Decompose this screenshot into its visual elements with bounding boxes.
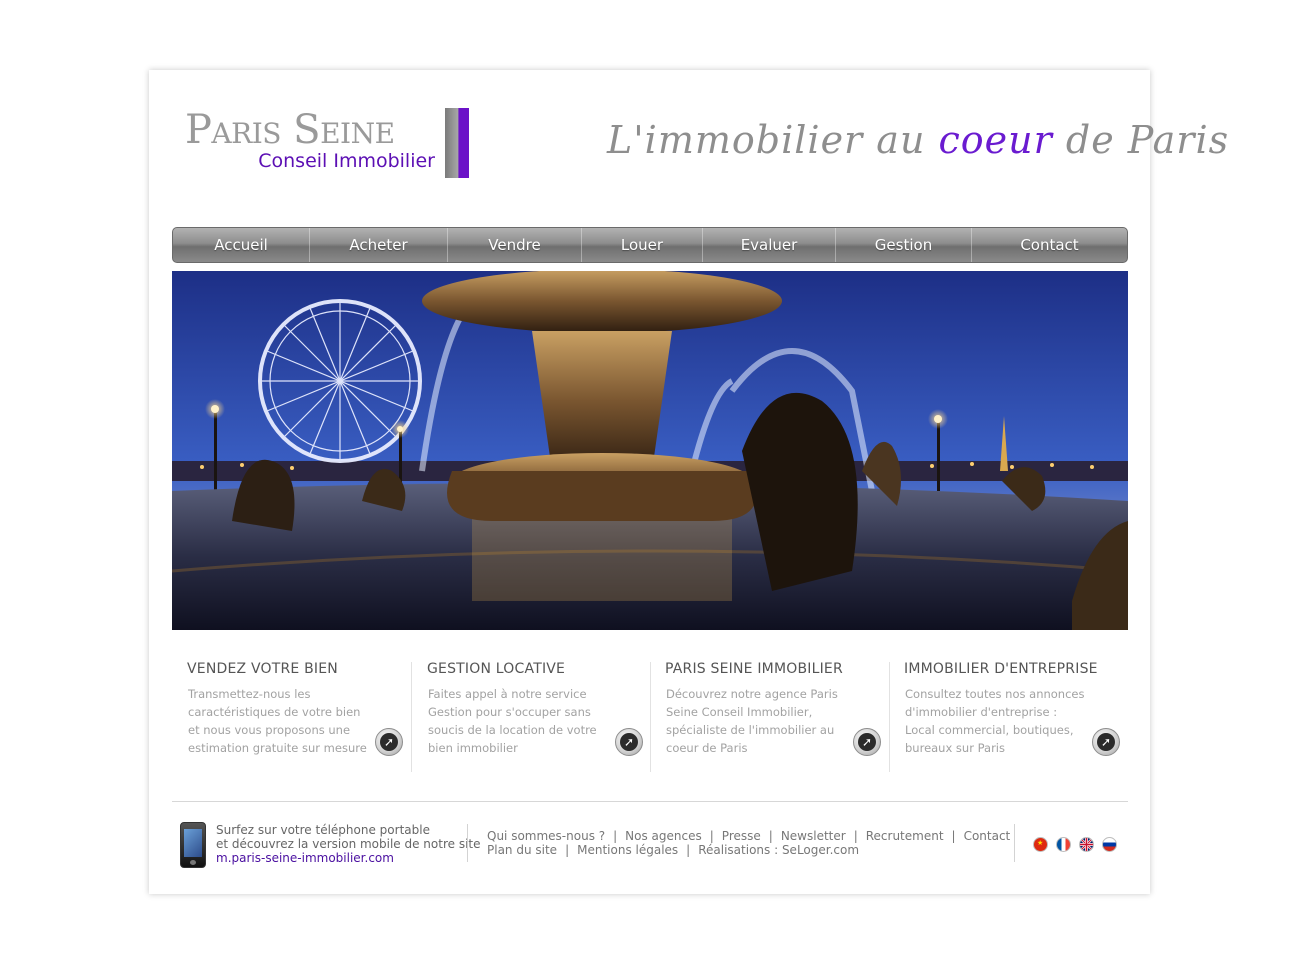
footer-links: Qui sommes-nous ? | Nos agences | Presse | New… bbox=[487, 829, 1010, 857]
logo-subtitle: Conseil Immobilier bbox=[258, 150, 435, 172]
footer-divider bbox=[172, 801, 1128, 802]
nav-evaluer[interactable]: Evaluer bbox=[703, 228, 836, 262]
block-title: GESTION LOCATIVE bbox=[427, 661, 566, 677]
footer-links-row2: Plan du site | Mentions légales | Réalisatio… bbox=[487, 843, 860, 857]
tagline-accent: coeur bbox=[938, 118, 1053, 162]
block-text: Transmettez-nous les caractéristiques de… bbox=[188, 687, 367, 755]
nav-accueil[interactable]: Accueil bbox=[173, 228, 310, 262]
link-presse[interactable]: Presse bbox=[722, 829, 761, 843]
mobile-site-link[interactable]: m.paris-seine-immobilier.com bbox=[216, 851, 481, 865]
arrow-right-icon: ➚ bbox=[858, 733, 876, 751]
block-text: Faites appel à notre service Gestion pou… bbox=[428, 687, 597, 755]
nav-gestion[interactable]: Gestion bbox=[836, 228, 972, 262]
phone-button bbox=[190, 860, 196, 865]
block-paris-seine: PARIS SEINE IMMOBILIER Découvrez notre a… bbox=[650, 658, 889, 776]
link-nos-agences[interactable]: Nos agences bbox=[625, 829, 702, 843]
block-title: IMMOBILIER D'ENTREPRISE bbox=[904, 661, 1098, 677]
link-contact[interactable]: Contact bbox=[964, 829, 1011, 843]
tagline-part1: L'immobilier au bbox=[607, 118, 939, 162]
russia-flag-icon[interactable] bbox=[1102, 837, 1117, 852]
link-recrutement[interactable]: Recrutement bbox=[866, 829, 944, 843]
block-gestion: GESTION LOCATIVE Faites appel à notre se… bbox=[412, 658, 651, 776]
arrow-right-icon: ➚ bbox=[1097, 733, 1115, 751]
link-newsletter[interactable]: Newsletter bbox=[781, 829, 846, 843]
page-card: Paris Seine Conseil Immobilier L'immobil… bbox=[149, 70, 1228, 894]
mobile-line1: Surfez sur votre téléphone portable bbox=[216, 823, 430, 837]
link-realisations[interactable]: Réalisations : SeLoger.com bbox=[698, 843, 859, 857]
logo-bar-graphic bbox=[445, 108, 469, 178]
block-vendez: VENDEZ VOTRE BIEN Transmettez-nous les c… bbox=[172, 658, 411, 776]
france-flag-icon[interactable] bbox=[1056, 837, 1071, 852]
link-qui-sommes-nous[interactable]: Qui sommes-nous ? bbox=[487, 829, 605, 843]
block-text: Consultez toutes nos annonces d'immobili… bbox=[905, 687, 1085, 755]
mobile-line2: et découvrez la version mobile de notre … bbox=[216, 837, 481, 851]
nav-contact[interactable]: Contact bbox=[972, 228, 1127, 262]
arrow-button[interactable]: ➚ bbox=[1092, 728, 1120, 756]
mobile-promo: Surfez sur votre téléphone portable et d… bbox=[216, 823, 481, 865]
logo-title: Paris Seine bbox=[185, 107, 395, 153]
hero-fountain-illustration bbox=[172, 271, 1128, 630]
feature-blocks: VENDEZ VOTRE BIEN Transmettez-nous les c… bbox=[172, 658, 1128, 776]
arrow-right-icon: ➚ bbox=[380, 733, 398, 751]
nav-acheter[interactable]: Acheter bbox=[310, 228, 448, 262]
tagline-part2: de Paris bbox=[1052, 118, 1230, 162]
block-title: VENDEZ VOTRE BIEN bbox=[187, 661, 338, 677]
phone-icon bbox=[180, 822, 206, 868]
nav-vendre[interactable]: Vendre bbox=[448, 228, 582, 262]
tagline: L'immobilier au coeur de Paris bbox=[607, 118, 1229, 162]
arrow-button[interactable]: ➚ bbox=[853, 728, 881, 756]
china-flag-icon[interactable]: ★ bbox=[1033, 837, 1048, 852]
footer-separator bbox=[1014, 824, 1015, 862]
footer-separator bbox=[467, 824, 468, 862]
block-title: PARIS SEINE IMMOBILIER bbox=[665, 661, 843, 677]
nav-louer[interactable]: Louer bbox=[582, 228, 703, 262]
uk-flag-icon[interactable] bbox=[1079, 837, 1094, 852]
link-plan-du-site[interactable]: Plan du site bbox=[487, 843, 557, 857]
main-nav: Accueil Acheter Vendre Louer Evaluer Ges… bbox=[172, 227, 1128, 263]
phone-screen bbox=[184, 829, 202, 857]
arrow-right-icon: ➚ bbox=[620, 733, 638, 751]
arrow-button[interactable]: ➚ bbox=[375, 728, 403, 756]
site-logo[interactable]: Paris Seine Conseil Immobilier bbox=[185, 108, 471, 180]
block-entreprise: IMMOBILIER D'ENTREPRISE Consultez toutes… bbox=[889, 658, 1128, 776]
hero-image bbox=[172, 271, 1128, 630]
link-mentions-legales[interactable]: Mentions légales bbox=[577, 843, 678, 857]
block-text: Découvrez notre agence Paris Seine Conse… bbox=[666, 687, 838, 755]
footer-links-row1: Qui sommes-nous ? | Nos agences | Presse | New… bbox=[487, 829, 1011, 843]
arrow-button[interactable]: ➚ bbox=[615, 728, 643, 756]
language-flags: ★ bbox=[1033, 837, 1117, 852]
